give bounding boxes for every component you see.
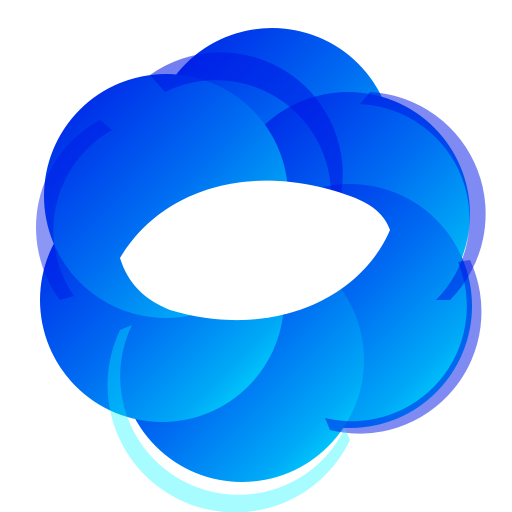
blue-swirl-logo-icon <box>35 28 486 512</box>
logo-canvas <box>0 0 512 512</box>
